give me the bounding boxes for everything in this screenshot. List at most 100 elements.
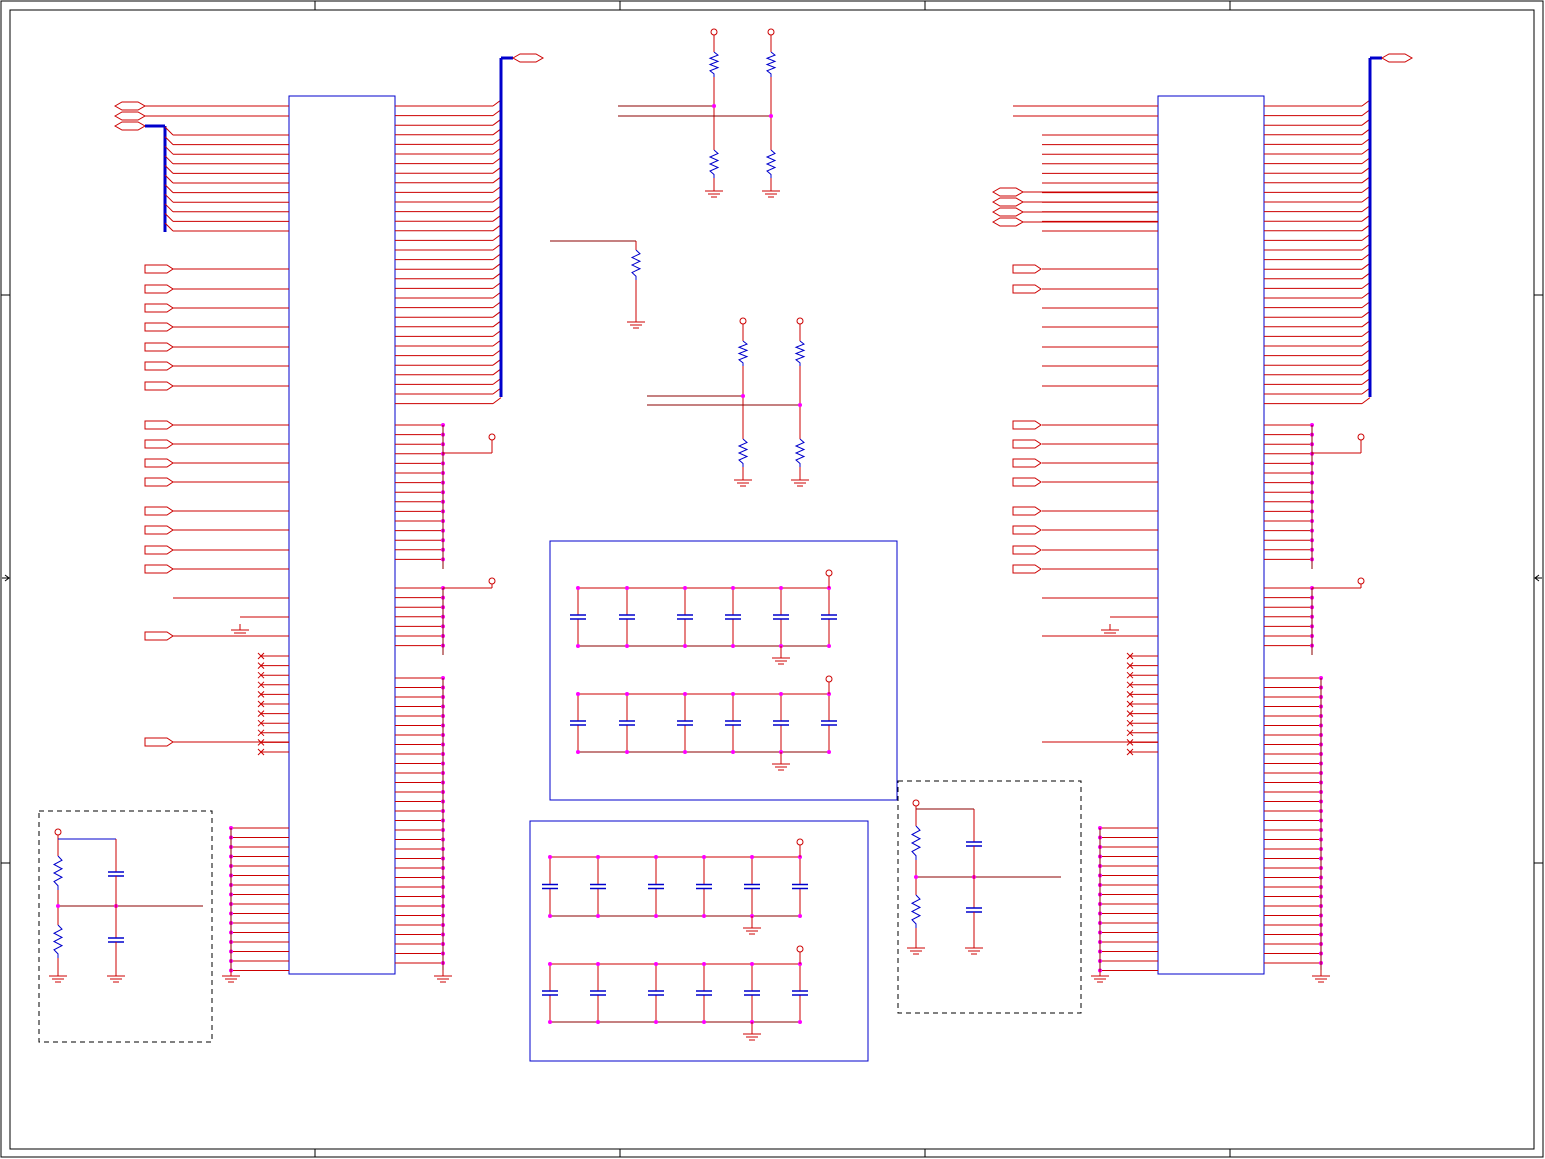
resistor (52, 855, 64, 890)
bus-port (991, 207, 1025, 217)
resistor (708, 149, 720, 178)
junction-dot (798, 914, 802, 918)
ground-symbol (772, 758, 790, 771)
power-port (912, 799, 920, 807)
capacitor (696, 883, 712, 890)
port-arrow (144, 420, 174, 430)
junction-dot (654, 962, 658, 966)
junction-dot (683, 750, 687, 754)
ic-right (991, 53, 1414, 983)
resistor (737, 340, 749, 366)
bus-entry (1361, 397, 1371, 405)
port-arrow (1012, 564, 1042, 574)
port-arrow (144, 342, 174, 352)
capacitor (792, 883, 808, 890)
port-arrow (144, 322, 174, 332)
decoupling-block-2 (529, 820, 869, 1062)
junction-dot (702, 962, 706, 966)
bus-port (991, 187, 1025, 197)
capacitor (966, 841, 982, 847)
power-port (54, 828, 62, 836)
resistor-body (794, 438, 806, 467)
sheet-border (0, 0, 1544, 1158)
junction-dot (654, 914, 658, 918)
junction-dot (769, 114, 773, 118)
ground-symbol (743, 922, 761, 935)
resistor (630, 249, 642, 280)
ground-symbol (627, 316, 645, 329)
junction-dot (625, 586, 629, 590)
capacitor (966, 907, 982, 913)
capacitor (821, 720, 837, 726)
resistor (737, 438, 749, 467)
ground-symbol (965, 942, 983, 955)
capacitor (108, 871, 124, 877)
ground-symbol (434, 970, 452, 983)
ground-symbol (107, 970, 125, 983)
power-port (488, 577, 496, 585)
bus-port (113, 101, 147, 111)
resistor (765, 149, 777, 178)
pullup-network (618, 28, 780, 198)
port-arrow (1012, 420, 1042, 430)
port-arrow (144, 361, 174, 371)
capacitor (570, 614, 586, 620)
port-arrow (1012, 458, 1042, 468)
ground-symbol (1312, 970, 1330, 983)
junction-dot (914, 875, 918, 879)
junction-dot (731, 586, 735, 590)
resistor (794, 438, 806, 467)
junction-dot (779, 586, 783, 590)
junction-dot (548, 1020, 552, 1024)
junction-dot (702, 855, 706, 859)
ic-package (288, 95, 396, 975)
capacitor (590, 990, 606, 996)
junction-dot (750, 962, 754, 966)
bus-port (1380, 53, 1414, 63)
port-arrow (144, 737, 174, 747)
resistor (910, 825, 922, 860)
resistor-body (52, 855, 64, 890)
resistor-body (708, 149, 720, 178)
junction-dot (596, 914, 600, 918)
junction-dot (576, 692, 580, 696)
ground-symbol (1101, 624, 1119, 637)
port-arrow (144, 564, 174, 574)
capacitor (648, 883, 664, 890)
capacitor (542, 990, 558, 996)
ground-symbol (49, 970, 67, 983)
capacitor (744, 990, 760, 996)
capacitor (725, 614, 741, 620)
port-arrow (144, 458, 174, 468)
junction-dot (798, 403, 802, 407)
capacitor (542, 883, 558, 890)
power-port (488, 433, 496, 441)
capacitor (108, 937, 124, 943)
junction-dot (827, 750, 831, 754)
port-arrow (144, 545, 174, 555)
ground-symbol (743, 1028, 761, 1041)
bus-entry (492, 397, 502, 405)
bus-port (511, 53, 545, 63)
capacitor (677, 614, 693, 620)
junction-dot (625, 750, 629, 754)
resistor-body (765, 149, 777, 178)
schematic-canvas (0, 0, 1544, 1158)
resistor-body (630, 249, 642, 280)
resistor-body (910, 894, 922, 928)
power-port (710, 28, 718, 36)
resistor-body (737, 340, 749, 366)
port-arrow (144, 439, 174, 449)
dashed-group (38, 810, 213, 1043)
resistor (765, 51, 777, 77)
ground-symbol (772, 652, 790, 665)
capacitor (677, 720, 693, 726)
capacitor (792, 990, 808, 996)
ground-symbol (705, 185, 723, 198)
resistor-body (52, 924, 64, 958)
port-arrow (144, 506, 174, 516)
junction-dot (741, 394, 745, 398)
capacitor (648, 990, 664, 996)
block-border (549, 540, 898, 801)
ground-symbol (734, 474, 752, 487)
